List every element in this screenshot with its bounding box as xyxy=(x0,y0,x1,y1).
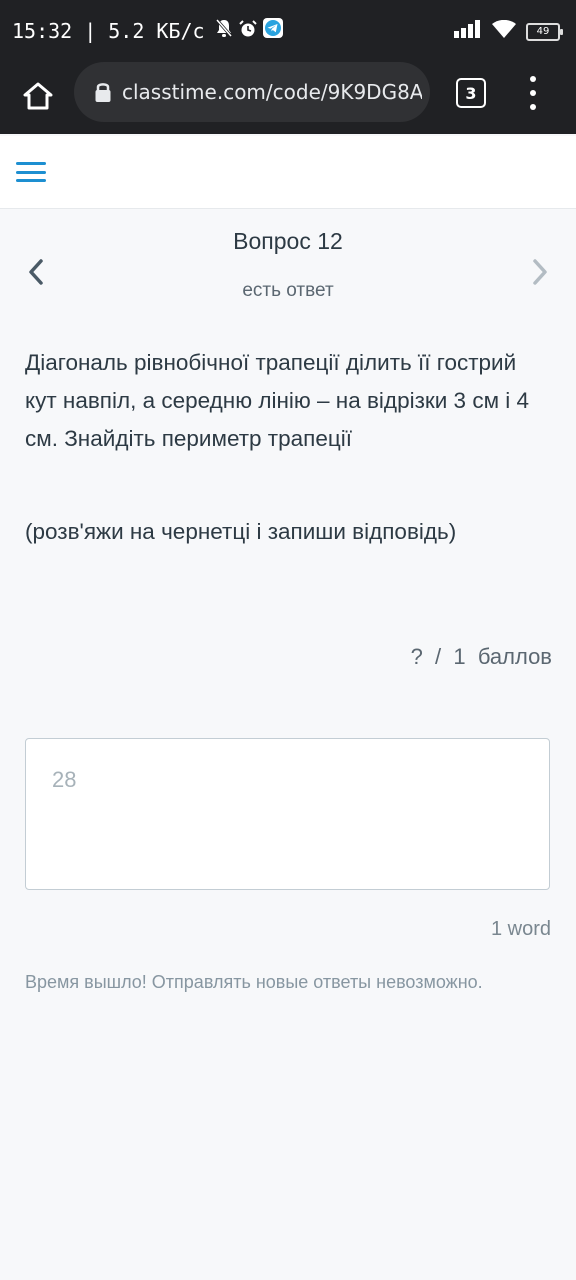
telegram-icon xyxy=(262,18,283,43)
question-body: Діагональ рівнобічної трапеції ділить її… xyxy=(25,350,530,451)
wifi-icon xyxy=(492,19,516,43)
status-time: 15:32 xyxy=(12,18,73,43)
app-header xyxy=(0,136,576,209)
answer-textarea[interactable]: 28 xyxy=(25,738,550,890)
battery-level: 49 xyxy=(536,26,550,37)
question-text: Діагональ рівнобічної трапеції ділить її… xyxy=(25,344,545,458)
answer-status: есть ответ xyxy=(242,280,334,301)
mute-bell-icon xyxy=(215,18,233,43)
question-instruction: (розв'яжи на чернетці і запиши відповідь… xyxy=(25,519,457,544)
address-bar[interactable]: classtime.com/code/9K9DG8A xyxy=(74,62,430,122)
status-separator: | xyxy=(84,18,97,43)
score-label: ? / 1 баллов xyxy=(410,644,552,669)
question-navigation: Вопрос 12 есть ответ xyxy=(0,208,576,318)
word-count: 1 word xyxy=(490,918,551,940)
home-icon xyxy=(23,82,53,110)
chevron-right-icon xyxy=(533,259,547,285)
status-speed: 5.2 КБ/с xyxy=(108,18,205,43)
tab-switcher-button[interactable]: 3 xyxy=(456,78,486,108)
status-right: 49 xyxy=(454,19,563,43)
url-text: classtime.com/code/9K9DG8A xyxy=(122,80,422,104)
answer-value: 28 xyxy=(52,767,77,792)
more-vert-icon[interactable] xyxy=(522,76,544,110)
status-left: 15:32 | 5.2 КБ/с xyxy=(12,18,283,43)
signal-icon xyxy=(454,20,482,43)
battery-icon: 49 xyxy=(526,22,563,41)
hamburger-menu-icon[interactable] xyxy=(16,162,46,182)
tab-count: 3 xyxy=(465,83,477,103)
alarm-icon xyxy=(238,19,257,43)
browser-toolbar: classtime.com/code/9K9DG8A 3 xyxy=(0,62,576,134)
status-bar: 15:32 | 5.2 КБ/с 49 xyxy=(0,0,576,62)
lock-icon xyxy=(94,81,112,103)
question-title: Вопрос 12 xyxy=(233,228,343,254)
next-question-button[interactable] xyxy=(528,258,552,291)
home-button[interactable] xyxy=(18,76,58,116)
time-expired-message: Время вышло! Отправлять новые ответы нев… xyxy=(25,972,483,992)
